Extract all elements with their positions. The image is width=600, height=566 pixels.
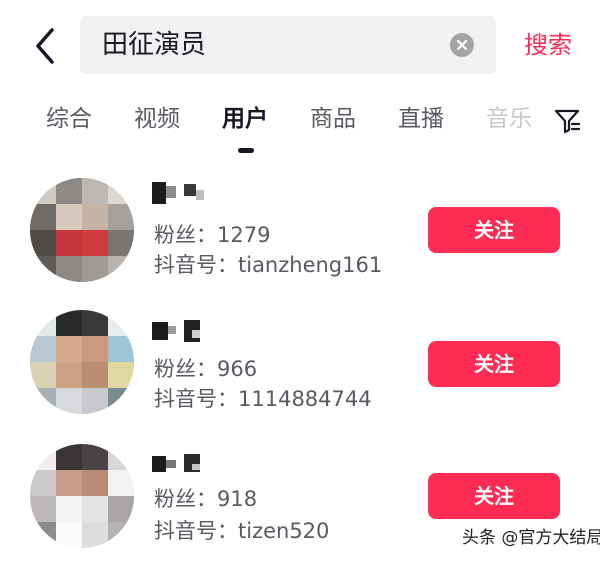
list-item[interactable]: 粉丝：966 抖音号：1114884744 关注 [0, 304, 600, 434]
search-input[interactable] [102, 16, 432, 74]
category-tabs: 综合 视频 用户 商品 直播 音乐 [0, 92, 600, 162]
filter-icon[interactable] [552, 106, 582, 136]
back-icon[interactable] [28, 24, 64, 68]
douyin-id: 抖音号：1114884744 [154, 387, 372, 411]
tab-comprehensive[interactable]: 综合 [46, 102, 92, 136]
avatar[interactable] [30, 178, 134, 282]
avatar[interactable] [30, 310, 134, 414]
active-tab-indicator [238, 148, 254, 153]
clear-icon[interactable] [450, 33, 474, 57]
search-box[interactable] [80, 16, 496, 74]
tab-products[interactable]: 商品 [310, 102, 356, 136]
username-mosaic [152, 452, 204, 476]
fans-count: 粉丝：966 [154, 357, 258, 381]
search-button[interactable]: 搜索 [524, 28, 572, 62]
douyin-id: 抖音号：tianzheng161 [154, 253, 383, 277]
follow-button[interactable]: 关注 [428, 341, 560, 387]
follow-button[interactable]: 关注 [428, 473, 560, 519]
username-mosaic [152, 182, 204, 206]
search-header: 搜索 [0, 0, 600, 92]
username-mosaic [152, 320, 204, 344]
follow-button[interactable]: 关注 [428, 207, 560, 253]
tab-videos[interactable]: 视频 [134, 102, 180, 136]
avatar[interactable] [30, 444, 134, 548]
tab-music[interactable]: 音乐 [486, 102, 532, 136]
fans-count: 粉丝：918 [154, 487, 258, 511]
watermark: 头条 @官方大结局 [458, 524, 600, 552]
tab-users[interactable]: 用户 [222, 102, 268, 136]
fans-count: 粉丝：1279 [154, 223, 271, 247]
tab-live[interactable]: 直播 [398, 102, 444, 136]
list-item[interactable]: 粉丝：1279 抖音号：tianzheng161 关注 [0, 170, 600, 300]
douyin-id: 抖音号：tizen520 [154, 519, 330, 543]
